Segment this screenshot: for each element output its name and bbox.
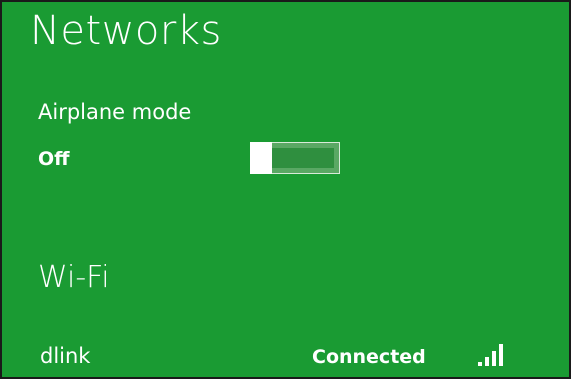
airplane-mode-label: Airplane mode [38, 100, 192, 124]
toggle-knob[interactable] [250, 142, 272, 174]
networks-panel: Networks Airplane mode Off Wi-Fi dlink C… [0, 0, 571, 379]
wifi-heading: Wi-Fi [38, 260, 110, 295]
network-name: dlink [40, 344, 91, 368]
wifi-network-item[interactable]: dlink Connected [2, 332, 562, 382]
airplane-mode-toggle[interactable] [250, 142, 340, 174]
panel-title: Networks [30, 8, 222, 54]
signal-bars-svg [478, 344, 503, 366]
airplane-mode-state: Off [38, 148, 70, 170]
wifi-signal-bars-icon [476, 343, 512, 369]
network-status: Connected [312, 346, 426, 368]
toggle-track [272, 148, 334, 168]
